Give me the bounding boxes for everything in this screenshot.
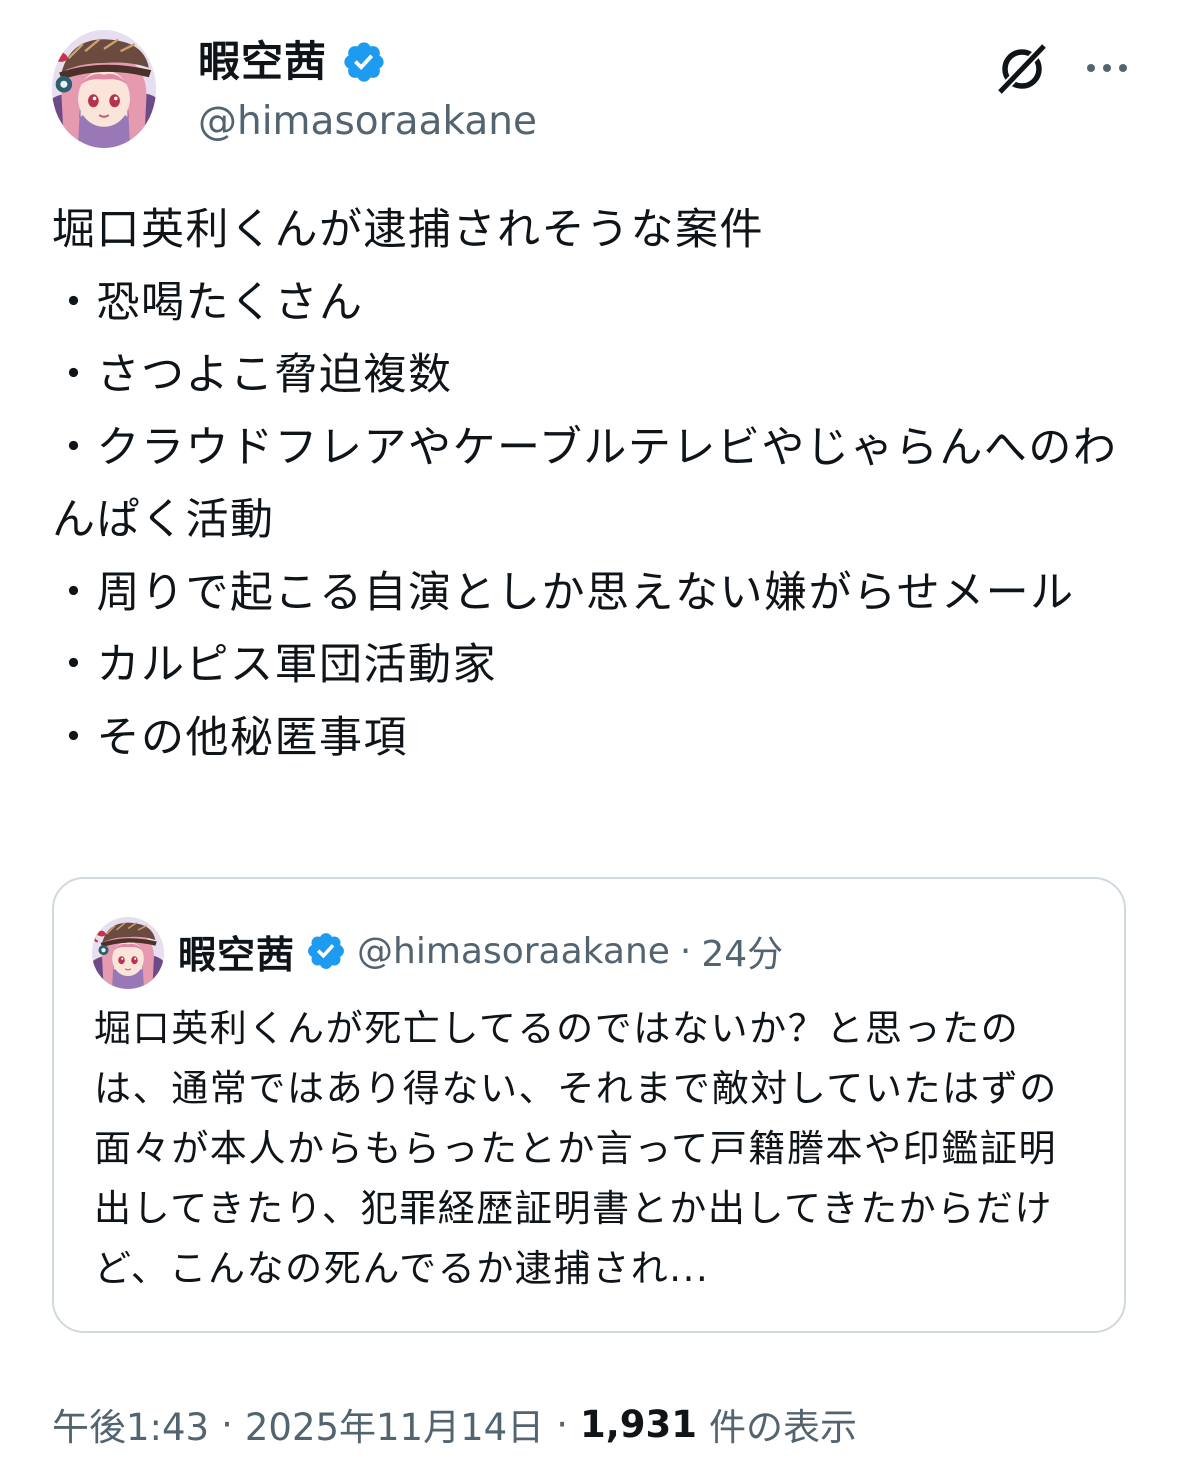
quoted-author-avatar [92,917,164,989]
grok-icon[interactable] [992,38,1052,98]
author-handle[interactable]: @himasoraakane [198,96,537,148]
author-name-row[interactable]: 暇空茜 [198,32,387,92]
post-time[interactable]: 午後1:43 [52,1397,209,1451]
quoted-post-time: 24分 [701,934,784,975]
quoted-post-text: 堀口英利くんが死亡してるのではないか？と思ったのは、通常ではあり得ない、それまで… [94,1007,1058,1290]
separator-dot: · [679,930,692,972]
quoted-author-display-name: 暇空茜 [178,932,296,977]
post-header: 暇空茜 @himasoraakane [52,30,1132,154]
quoted-post-card[interactable]: 暇空茜 @himasoraakane · 24分 堀口英利くんが死亡してるのでは… [52,877,1126,1333]
author-avatar[interactable] [52,30,156,148]
verified-icon [305,930,347,972]
verified-icon [341,39,387,85]
more-icon[interactable] [1082,48,1132,88]
post-text: 堀口英利くんが逮捕されそうな案件 ・恐喝たくさん ・さつよこ脅迫複数 ・クラウド… [52,205,1118,763]
separator-dot: · [221,1402,233,1446]
views-count[interactable]: 1,931 [580,1403,697,1446]
quoted-post-header: 暇空茜 @himasoraakane · 24分 [178,921,783,981]
post-date[interactable]: 2025年11月14日 [245,1397,544,1451]
separator-dot: · [556,1402,568,1446]
views-label: 件の表示 [709,1406,857,1449]
post-meta: 午後1:43 · 2025年11月14日 · 1,931 件の表示 [52,1396,857,1452]
quoted-author-handle: @himasoraakane [357,930,670,972]
author-display-name[interactable]: 暇空茜 [198,32,327,92]
